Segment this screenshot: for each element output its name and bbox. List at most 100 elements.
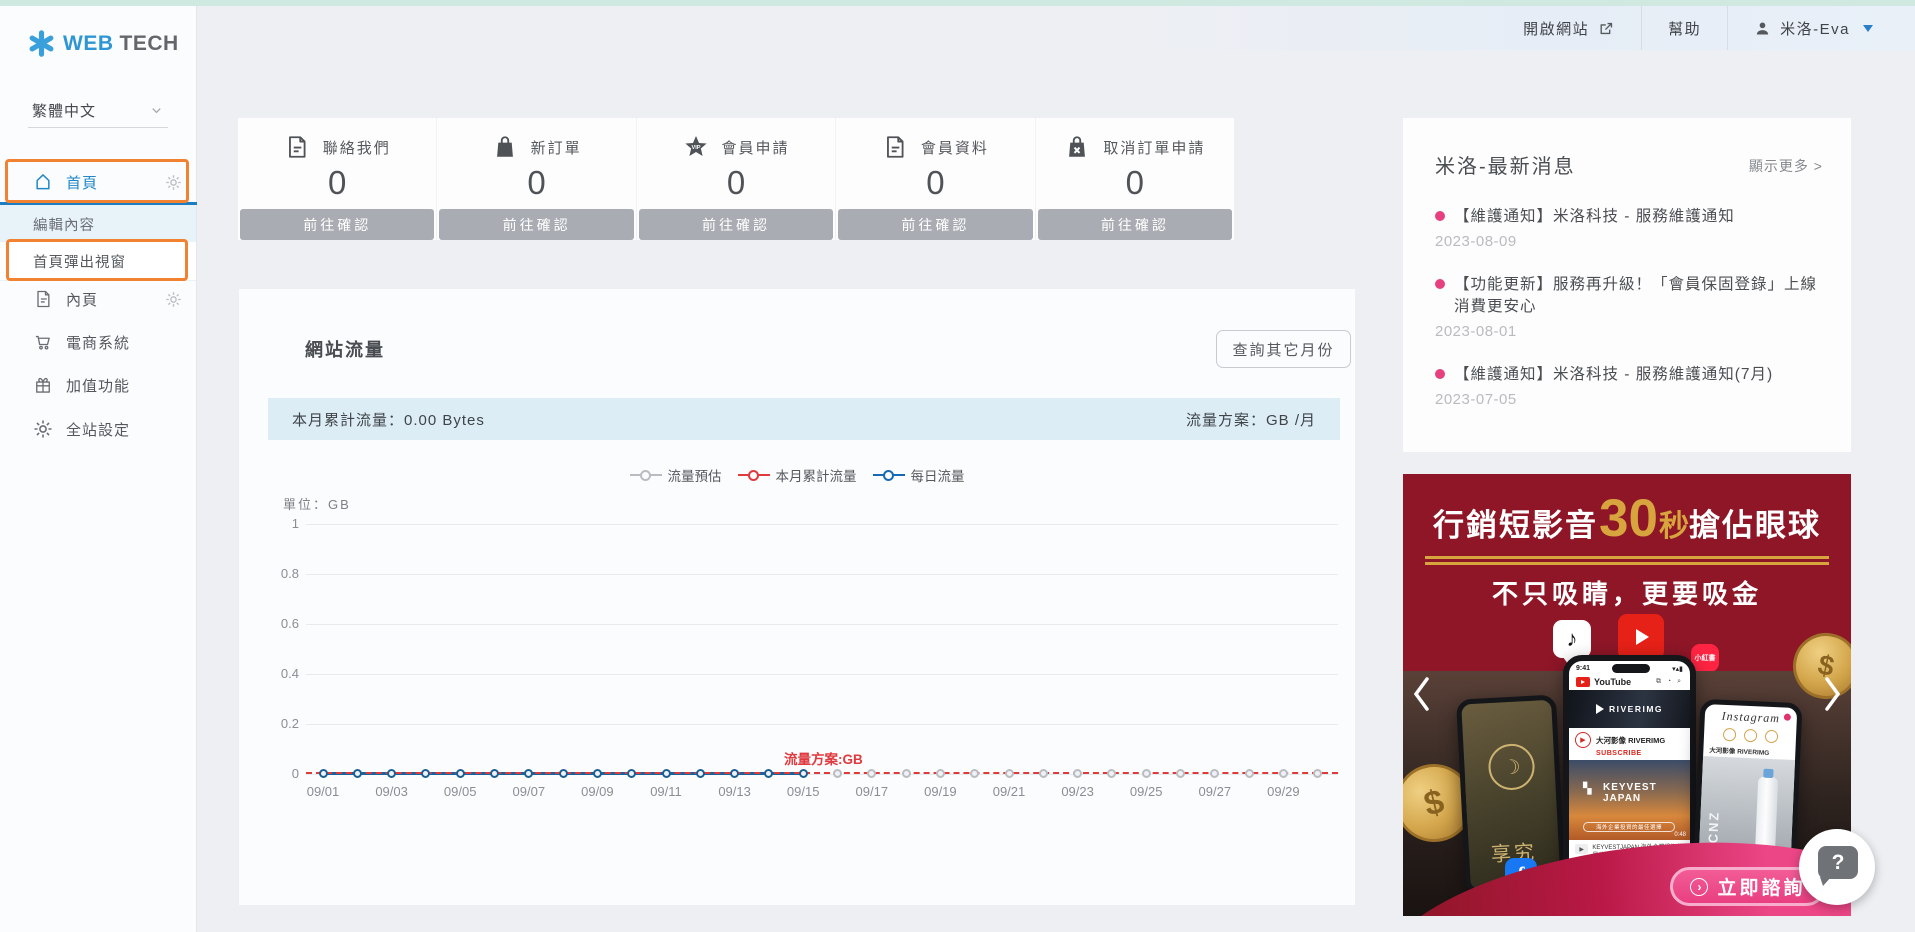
sidebar: WEB TECH 繁體中文 首頁 編輯內容 首頁彈出視窗 內頁 電商系統	[0, 6, 197, 932]
go-confirm-button[interactable]: 前往確認	[439, 209, 633, 240]
subscribe-label: SUBSCRIBE	[1569, 748, 1690, 760]
daily-traffic-point	[456, 769, 465, 778]
consult-now-label: 立即諮詢	[1717, 873, 1805, 900]
tiktok-icon: ♪	[1553, 620, 1591, 658]
youtube-app-icons: ⧉ ◔ ⌕	[1656, 678, 1683, 686]
banner-headline-post: 搶佔眼球	[1689, 500, 1821, 545]
home-icon	[33, 172, 53, 192]
language-selector[interactable]: 繁體中文	[28, 94, 168, 128]
sidebar-item-addons[interactable]: 加值功能	[0, 365, 197, 405]
asterisk-logo-icon	[28, 30, 55, 57]
bag-x-icon	[1064, 134, 1090, 160]
bag-icon	[492, 134, 518, 160]
show-more-link[interactable]: 顯示更多 >	[1749, 156, 1823, 176]
gridline	[306, 524, 1338, 525]
gridline	[306, 724, 1338, 725]
daily-traffic-point	[627, 769, 636, 778]
banner-headline-number: 30	[1599, 492, 1658, 545]
carousel-next-button[interactable]	[1819, 674, 1845, 714]
sidebar-item-label: 編輯內容	[33, 214, 95, 235]
daily-traffic-point	[662, 769, 671, 778]
help-chat-button[interactable]: ?	[1799, 829, 1875, 905]
sidebar-item-ecommerce[interactable]: 電商系統	[0, 322, 197, 362]
forecast-point	[867, 769, 876, 778]
x-axis-tick: 09/23	[1054, 784, 1102, 799]
stat-card: 新訂單 0 前往確認	[437, 118, 636, 240]
stat-label: 聯絡我們	[323, 137, 391, 158]
x-axis-tick: 09/05	[436, 784, 484, 799]
site-traffic-card: 網站流量 查詢其它月份 本月累計流量：0.00 Bytes 流量方案：GB /月…	[239, 289, 1355, 905]
gift-box-icon	[33, 375, 53, 395]
chevron-down-icon	[149, 103, 164, 118]
forecast-point	[1107, 769, 1116, 778]
news-item[interactable]: 【維護通知】米洛科技 - 服務維護通知(7月) 2023-07-05	[1435, 364, 1827, 408]
forecast-point	[970, 769, 979, 778]
news-item[interactable]: 【維護通知】米洛科技 - 服務維護通知 2023-08-09	[1435, 206, 1827, 250]
stat-value: 0	[836, 164, 1034, 202]
tiktok-glyph: ♪	[1567, 626, 1578, 652]
go-confirm-button[interactable]: 前往確認	[240, 209, 434, 240]
news-item[interactable]: 【功能更新】服務再升級！「會員保固登錄」上線消費更安心 2023-08-01	[1435, 274, 1827, 340]
sidebar-item-site-settings[interactable]: 全站設定	[0, 409, 197, 449]
x-axis-tick: 09/11	[642, 784, 690, 799]
stat-label: 新訂單	[531, 137, 582, 158]
external-link-icon	[1598, 20, 1615, 37]
youtube-play-icon	[1636, 629, 1649, 645]
daily-traffic-point	[696, 769, 705, 778]
news-title: 米洛-最新消息	[1435, 150, 1576, 179]
channel-banner-name: RIVERIMG	[1609, 704, 1663, 714]
open-site-link[interactable]: 開啟網站	[1497, 6, 1641, 50]
page: WEB TECH 繁體中文 首頁 編輯內容 首頁彈出視窗 內頁 電商系統	[0, 0, 1915, 932]
daily-traffic-point	[421, 769, 430, 778]
help-link[interactable]: 幫助	[1642, 6, 1727, 50]
forecast-point	[1039, 769, 1048, 778]
go-confirm-button[interactable]: 前往確認	[838, 209, 1032, 240]
youtube-app-name: YouTube	[1594, 677, 1631, 687]
x-axis-tick: 09/13	[711, 784, 759, 799]
daily-traffic-point	[764, 769, 773, 778]
news-list: 【維護通知】米洛科技 - 服務維護通知 2023-08-09 【功能更新】服務再…	[1435, 206, 1827, 432]
go-confirm-button[interactable]: 前往確認	[639, 209, 833, 240]
stat-cards-row: 聯絡我們 0 前往確認 新訂單 0 前往確認 VIP 會員申請 0 前往確認	[238, 118, 1234, 240]
sidebar-item-label: 加值功能	[66, 375, 130, 396]
x-axis-tick: 09/29	[1259, 784, 1307, 799]
channel-name: 大河影像 RIVERIMG	[1596, 735, 1665, 746]
gear-icon[interactable]	[165, 174, 182, 191]
sidebar-item-label: 電商系統	[66, 332, 130, 353]
xiaohongshu-label: 小紅書	[1695, 653, 1716, 663]
news-item-date: 2023-08-01	[1435, 323, 1827, 340]
go-confirm-button[interactable]: 前往確認	[1038, 209, 1232, 240]
x-axis-tick: 09/03	[368, 784, 416, 799]
sidebar-item-label: 首頁彈出視窗	[33, 251, 126, 272]
circle-arrow-icon: ›	[1690, 878, 1708, 896]
daily-traffic-point	[490, 769, 499, 778]
daily-traffic-point	[559, 769, 568, 778]
y-axis-tick: 0.8	[247, 566, 299, 581]
user-menu[interactable]: 米洛-Eva	[1728, 6, 1899, 50]
banner-subtitle: 不只吸睛，更要吸金	[1403, 574, 1851, 611]
news-item-title: 【維護通知】米洛科技 - 服務維護通知	[1454, 206, 1735, 228]
settings-gear-icon	[33, 419, 53, 439]
carousel-prev-button[interactable]	[1409, 674, 1435, 714]
brand-logo: WEB TECH	[28, 30, 179, 57]
promo-banner[interactable]: 行銷短影音30秒搶佔眼球 不只吸睛，更要吸金 ♪ 小紅書 $ $ ☽ 享究 9:…	[1403, 474, 1851, 916]
forecast-point	[1073, 769, 1082, 778]
forecast-point	[1313, 769, 1322, 778]
gear-icon[interactable]	[165, 291, 182, 308]
forecast-point	[1210, 769, 1219, 778]
quota-line-label: 流量方案:GB	[784, 748, 863, 768]
x-axis-tick: 09/15	[779, 784, 827, 799]
sidebar-item-home-popup[interactable]: 首頁彈出視窗	[0, 242, 196, 280]
sidebar-item-label: 內頁	[66, 289, 98, 310]
video-list-icon: ▶	[1575, 844, 1588, 854]
video-thumbnail: ▚ KEYVESTJAPAN 海外企業投資的最佳選擇 0:48	[1569, 760, 1690, 840]
stat-label: 取消訂單申請	[1103, 137, 1205, 158]
news-item-date: 2023-07-05	[1435, 391, 1827, 408]
banner-headline-pre: 行銷短影音	[1433, 500, 1598, 545]
x-axis-tick: 09/19	[916, 784, 964, 799]
forecast-point	[936, 769, 945, 778]
sidebar-item-edit-content[interactable]: 編輯內容	[0, 205, 196, 243]
sidebar-item-inner-pages[interactable]: 內頁	[0, 279, 197, 319]
sidebar-item-home[interactable]: 首頁	[0, 162, 197, 202]
document-icon	[882, 134, 908, 160]
